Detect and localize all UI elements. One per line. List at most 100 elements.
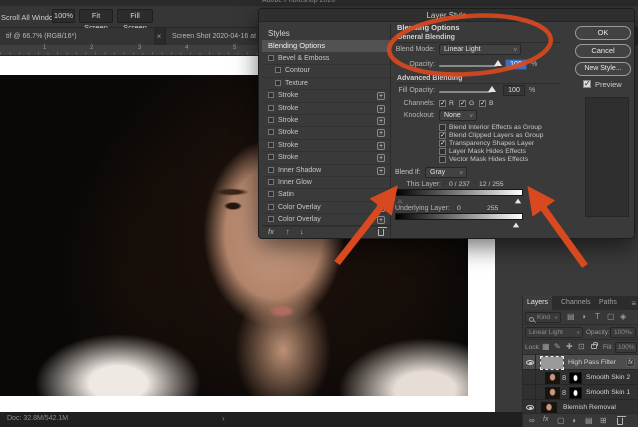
visibility-cell[interactable] xyxy=(523,370,536,385)
layer-style-icon[interactable]: fx xyxy=(543,416,548,423)
filter-pixel-layers-icon[interactable]: ▤ xyxy=(567,312,575,321)
layer-row-smooth-skin-1[interactable]: 8 Smooth Skin 1 xyxy=(523,385,638,400)
styles-item[interactable]: Bevel & Emboss xyxy=(262,53,390,66)
fill-screen-button[interactable]: Fill Screen xyxy=(117,9,153,32)
lock-all-icon[interactable] xyxy=(591,341,598,349)
underlying-white-handle[interactable] xyxy=(512,222,520,228)
blend-clipped-checkbox[interactable] xyxy=(439,131,446,139)
delete-effect-icon[interactable] xyxy=(377,227,387,236)
styles-item[interactable]: Color Overlay + xyxy=(262,202,390,215)
styles-item[interactable]: Stroke + xyxy=(262,115,390,128)
group-icon[interactable]: ▤ xyxy=(585,416,593,425)
layer-opacity-dropdown[interactable]: 100% ˅ xyxy=(610,327,636,338)
move-effect-up-icon[interactable]: ↑ xyxy=(286,227,290,236)
lock-position-icon[interactable]: ✚ xyxy=(566,342,573,351)
panel-menu-icon[interactable]: ≡ xyxy=(631,299,636,308)
dialog-title-bar[interactable]: Layer Style xyxy=(259,9,634,22)
fx-icon[interactable]: fx xyxy=(268,227,274,236)
style-checkbox[interactable] xyxy=(268,166,274,173)
styles-item[interactable]: Inner Shadow + xyxy=(262,165,390,177)
preview-checkbox[interactable] xyxy=(583,79,591,88)
tab-channels[interactable]: Channels xyxy=(557,296,595,310)
this-layer-gradient-bar[interactable] xyxy=(395,189,523,196)
fill-opacity-slider[interactable] xyxy=(439,91,491,93)
eye-icon[interactable] xyxy=(526,360,534,365)
tab-close-icon[interactable]: × xyxy=(154,28,164,45)
styles-item[interactable]: Satin xyxy=(262,189,390,202)
add-mask-icon[interactable]: ▢ xyxy=(557,416,565,425)
new-layer-icon[interactable]: ⊞ xyxy=(600,416,607,425)
blend-interior-checkbox[interactable] xyxy=(439,124,446,131)
opacity-slider-handle[interactable] xyxy=(494,60,502,66)
add-effect-icon[interactable]: + xyxy=(377,154,385,163)
styles-item[interactable]: Stroke + xyxy=(262,140,390,153)
add-effect-icon[interactable]: + xyxy=(377,104,385,113)
opacity-slider[interactable] xyxy=(439,65,497,67)
style-checkbox[interactable] xyxy=(268,141,274,148)
fit-screen-button[interactable]: Fit Screen xyxy=(79,9,113,32)
visibility-cell[interactable] xyxy=(523,355,536,370)
layer-thumbnail[interactable] xyxy=(541,401,557,414)
channel-g-checkbox[interactable] xyxy=(459,99,466,107)
opacity-value[interactable]: 100 xyxy=(505,59,527,70)
layer-thumbnail[interactable] xyxy=(540,355,564,370)
ok-button[interactable]: OK xyxy=(575,26,631,40)
style-checkbox[interactable] xyxy=(275,67,281,74)
visibility-cell[interactable] xyxy=(523,385,536,400)
layer-fill-dropdown[interactable]: 100% xyxy=(615,342,637,353)
add-effect-icon[interactable]: + xyxy=(377,117,385,125)
channel-b-checkbox[interactable] xyxy=(479,99,486,107)
layer-mask-thumbnail[interactable] xyxy=(569,386,582,399)
knockout-dropdown[interactable]: None ˅ xyxy=(439,110,477,121)
styles-item[interactable]: Stroke + xyxy=(262,103,390,115)
styles-item[interactable]: Contour xyxy=(262,65,390,78)
layer-fx-badge[interactable]: fx xyxy=(626,358,635,367)
style-checkbox[interactable] xyxy=(268,179,274,185)
blend-mode-dropdown[interactable]: Linear Light ˅ xyxy=(439,44,521,55)
new-style-button[interactable]: New Style... xyxy=(575,62,631,76)
filter-kind-dropdown[interactable]: Kind ˅ xyxy=(525,312,561,323)
styles-item[interactable]: Texture xyxy=(262,78,390,91)
status-chevron-icon[interactable]: › xyxy=(222,414,225,423)
adjustment-layer-icon[interactable]: ◑ xyxy=(571,416,576,425)
this-layer-black-handle[interactable] xyxy=(396,198,404,204)
eye-icon[interactable] xyxy=(526,405,534,410)
mask-link-icon[interactable]: 8 xyxy=(562,373,566,382)
document-tab-1[interactable]: tif @ 66.7% (RGB/16*) xyxy=(0,28,154,45)
filter-type-layers-icon[interactable]: T xyxy=(595,312,600,321)
style-checkbox[interactable] xyxy=(268,92,274,99)
style-checkbox[interactable] xyxy=(268,154,274,161)
layer-mask-thumbnail[interactable] xyxy=(569,371,582,384)
transparency-shapes-checkbox[interactable] xyxy=(439,139,446,147)
vector-mask-hides-checkbox[interactable] xyxy=(439,156,446,163)
layer-thumbnail[interactable] xyxy=(545,386,560,399)
lock-pixels-icon[interactable]: ✎ xyxy=(554,342,561,351)
styles-item[interactable]: Stroke + xyxy=(262,127,390,140)
lock-artboard-icon[interactable]: ⊡ xyxy=(578,342,585,351)
this-layer-white-handle[interactable] xyxy=(514,198,522,204)
style-checkbox[interactable] xyxy=(268,191,274,198)
style-checkbox[interactable] xyxy=(268,129,274,136)
add-effect-icon[interactable]: + xyxy=(377,141,385,150)
style-checkbox[interactable] xyxy=(268,216,274,223)
layer-row-smooth-skin-2[interactable]: 8 Smooth Skin 2 xyxy=(523,370,638,385)
layer-blend-mode-dropdown[interactable]: Linear Light ˅ xyxy=(525,327,583,338)
filter-shape-layers-icon[interactable]: ▢ xyxy=(607,312,615,321)
link-layers-icon[interactable]: ∞ xyxy=(529,416,535,425)
style-checkbox[interactable] xyxy=(275,79,281,86)
layer-row-high-pass[interactable]: High Pass Filter fx xyxy=(523,355,638,370)
lock-transparency-icon[interactable]: ▦ xyxy=(542,342,550,351)
tab-paths[interactable]: Paths xyxy=(595,296,621,310)
style-checkbox[interactable] xyxy=(268,117,274,123)
style-checkbox[interactable] xyxy=(268,104,274,111)
styles-item[interactable]: Inner Glow xyxy=(262,177,390,190)
move-effect-down-icon[interactable]: ↓ xyxy=(300,227,304,236)
cancel-button[interactable]: Cancel xyxy=(575,44,631,58)
underlying-gradient-bar[interactable] xyxy=(395,213,523,220)
channel-r-checkbox[interactable] xyxy=(439,99,446,107)
layer-thumbnail[interactable] xyxy=(545,371,560,384)
zoom-100-button[interactable]: 100% xyxy=(52,9,75,23)
add-effect-icon[interactable]: + xyxy=(377,203,385,212)
styles-item[interactable]: Stroke + xyxy=(262,90,390,103)
tab-layers[interactable]: Layers xyxy=(523,296,553,310)
